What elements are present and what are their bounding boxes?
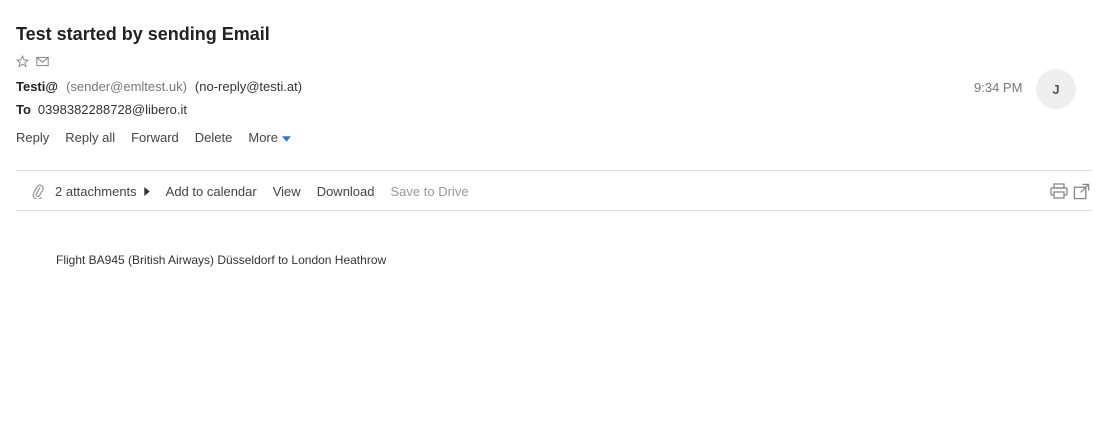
chevron-down-icon: [282, 130, 291, 145]
caret-right-icon: [143, 184, 150, 199]
reply-button[interactable]: Reply: [16, 130, 49, 145]
view-button[interactable]: View: [273, 184, 301, 199]
save-to-drive-button[interactable]: Save to Drive: [391, 184, 469, 199]
delete-button[interactable]: Delete: [195, 130, 233, 145]
message-time: 9:34 PM: [974, 80, 1023, 95]
view-options: [1050, 182, 1090, 200]
attachments-toggle[interactable]: 2 attachments: [55, 184, 150, 199]
attachments-count-label: 2 attachments: [55, 183, 137, 199]
email-body: Flight BA945 (British Airways) Düsseldor…: [56, 253, 387, 267]
email-subject: Test started by sending Email: [16, 24, 270, 44]
reply-to-address[interactable]: (no-reply@testi.at): [195, 79, 302, 94]
forward-button[interactable]: Forward: [131, 130, 179, 145]
attachment-toolbar: 2 attachments Add to calendar View Downl…: [30, 183, 485, 199]
to-row: To 0398382288728@libero.it: [16, 102, 187, 117]
divider: [16, 210, 1092, 211]
to-label: To: [16, 102, 31, 117]
more-button[interactable]: More: [248, 130, 291, 145]
from-row: Testi@ (sender@emltest.uk) (no-reply@tes…: [16, 79, 302, 94]
external-link-icon[interactable]: [1072, 182, 1090, 200]
message-actions: Reply Reply all Forward Delete More: [16, 130, 307, 145]
recipient-address[interactable]: 0398382288728@libero.it: [38, 102, 187, 117]
download-button[interactable]: Download: [317, 184, 375, 199]
more-label: More: [248, 130, 278, 145]
add-to-calendar-button[interactable]: Add to calendar: [166, 184, 257, 199]
star-icon[interactable]: [15, 54, 29, 68]
reply-all-button[interactable]: Reply all: [65, 130, 115, 145]
avatar[interactable]: J: [1036, 69, 1076, 109]
message-flags: [15, 54, 49, 68]
sender-address[interactable]: (sender@emltest.uk): [66, 79, 187, 94]
envelope-icon[interactable]: [35, 54, 49, 68]
divider: [16, 170, 1092, 171]
sender-name[interactable]: Testi@: [16, 79, 58, 94]
paperclip-icon: [30, 183, 46, 199]
print-icon[interactable]: [1050, 182, 1068, 200]
